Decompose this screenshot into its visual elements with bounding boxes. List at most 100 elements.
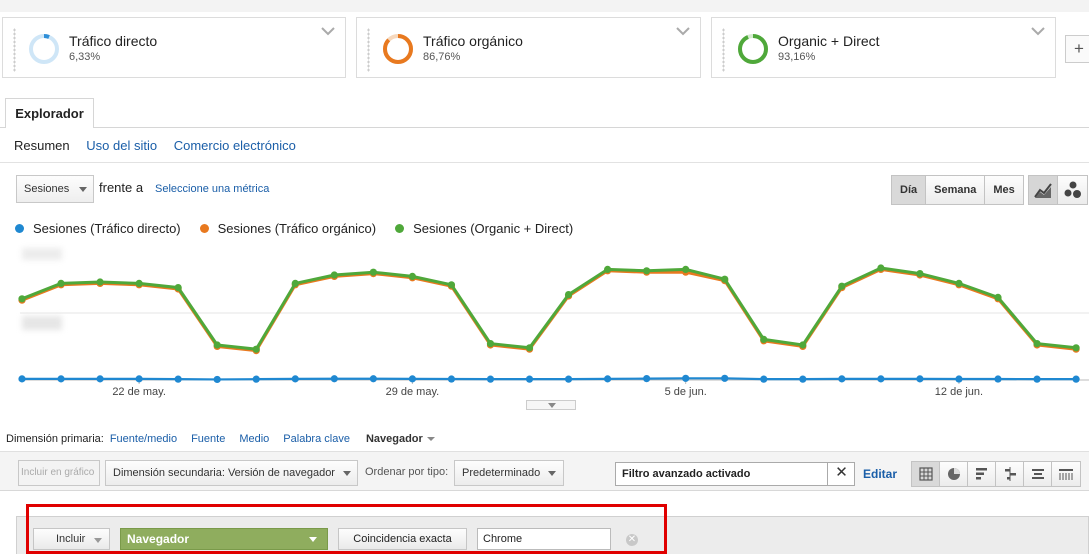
data-point[interactable]: [369, 375, 377, 383]
dimension-source-medium[interactable]: Fuente/medio: [110, 433, 177, 445]
data-point[interactable]: [760, 335, 768, 343]
data-point[interactable]: [643, 267, 651, 275]
data-point[interactable]: [369, 268, 377, 276]
segment-card-organic[interactable]: Tráfico orgánico 86,76%: [356, 17, 701, 78]
chevron-down-icon[interactable]: [676, 26, 690, 36]
chart-collapse-handle[interactable]: [526, 400, 576, 410]
data-point[interactable]: [135, 375, 143, 383]
data-point[interactable]: [799, 341, 807, 349]
data-point[interactable]: [1072, 344, 1080, 352]
drag-handle[interactable]: [722, 28, 725, 72]
data-point[interactable]: [525, 375, 534, 383]
drag-handle[interactable]: [13, 28, 16, 72]
data-point[interactable]: [682, 374, 690, 382]
data-point[interactable]: [877, 375, 885, 383]
subtab-summary[interactable]: Resumen: [14, 138, 70, 153]
data-point[interactable]: [18, 295, 26, 303]
data-point[interactable]: [799, 375, 807, 383]
sessions-line-chart[interactable]: 22 de may. 29 de may. 5 de jun. 12 de jun.: [0, 240, 1089, 410]
data-point[interactable]: [643, 375, 651, 383]
data-point[interactable]: [135, 279, 143, 287]
data-point[interactable]: [682, 265, 690, 273]
view-term-cloud-button[interactable]: [1024, 462, 1052, 486]
data-point[interactable]: [96, 375, 104, 383]
data-point[interactable]: [838, 282, 846, 290]
data-point[interactable]: [291, 279, 299, 287]
data-point[interactable]: [994, 293, 1002, 301]
data-point[interactable]: [916, 270, 924, 278]
data-point[interactable]: [838, 375, 846, 383]
add-segment-button[interactable]: +: [1065, 35, 1089, 63]
data-point[interactable]: [604, 265, 612, 273]
data-point[interactable]: [57, 375, 65, 383]
drag-handle[interactable]: [367, 28, 370, 72]
caret-down-icon[interactable]: [426, 435, 436, 443]
advanced-filter-status[interactable]: Filtro avanzado activado: [615, 462, 855, 486]
data-point[interactable]: [408, 272, 416, 280]
data-point[interactable]: [57, 279, 65, 287]
subtab-site-usage[interactable]: Uso del sitio: [86, 138, 157, 153]
line-chart-button[interactable]: [1029, 176, 1058, 204]
data-point[interactable]: [916, 375, 924, 383]
data-point[interactable]: [721, 374, 729, 382]
data-point[interactable]: [564, 375, 573, 383]
data-point[interactable]: [447, 281, 456, 289]
legend-item: Sesiones (Organic + Direct): [395, 221, 573, 236]
dimension-browser[interactable]: Navegador: [366, 433, 423, 445]
clear-filter-button[interactable]: ✕: [827, 462, 855, 486]
data-point[interactable]: [486, 375, 495, 383]
data-point[interactable]: [174, 284, 182, 292]
legend-item: Sesiones (Tráfico directo): [15, 221, 181, 236]
data-point[interactable]: [955, 375, 963, 383]
data-point[interactable]: [486, 340, 495, 348]
view-performance-button[interactable]: [968, 462, 996, 486]
dimension-medium[interactable]: Medio: [239, 433, 269, 445]
metric-select[interactable]: Sesiones: [16, 175, 94, 203]
data-point[interactable]: [721, 275, 729, 283]
edit-filter-link[interactable]: Editar: [863, 467, 897, 481]
data-point[interactable]: [564, 291, 573, 299]
data-point[interactable]: [330, 271, 338, 279]
chevron-down-icon[interactable]: [321, 26, 335, 36]
sort-type-select[interactable]: Predeterminado: [454, 460, 564, 486]
data-point[interactable]: [1033, 375, 1041, 383]
data-point[interactable]: [955, 279, 963, 287]
x-tick-label: 29 de may.: [386, 386, 440, 398]
segment-card-direct[interactable]: Tráfico directo 6,33%: [2, 17, 346, 78]
data-point[interactable]: [291, 375, 299, 383]
data-point[interactable]: [96, 278, 104, 286]
data-point[interactable]: [174, 375, 182, 383]
secondary-dimension-select[interactable]: Dimensión secundaria: Versión de navegad…: [105, 460, 358, 486]
dimension-keyword[interactable]: Palabra clave: [283, 433, 350, 445]
data-point[interactable]: [213, 341, 221, 349]
motion-chart-button[interactable]: [1058, 176, 1087, 204]
period-month-button[interactable]: Mes: [985, 176, 1023, 204]
tab-explorer[interactable]: Explorador: [5, 98, 94, 128]
period-week-button[interactable]: Semana: [926, 176, 986, 204]
data-point[interactable]: [525, 344, 534, 352]
select-metric-link[interactable]: Seleccione una métrica: [155, 183, 269, 195]
data-point[interactable]: [252, 345, 260, 353]
dimension-source[interactable]: Fuente: [191, 433, 225, 445]
plot-rows-button[interactable]: Incluir en gráfico: [18, 460, 100, 486]
data-point[interactable]: [877, 264, 885, 272]
chevron-down-icon[interactable]: [1031, 26, 1045, 36]
data-point[interactable]: [447, 375, 456, 383]
data-point[interactable]: [604, 375, 612, 383]
data-point[interactable]: [252, 375, 260, 383]
period-day-button[interactable]: Día: [892, 176, 927, 204]
data-point[interactable]: [408, 375, 416, 383]
view-data-button[interactable]: [912, 462, 940, 486]
view-percentage-button[interactable]: [940, 462, 968, 486]
view-pivot-button[interactable]: [1052, 462, 1080, 486]
data-point[interactable]: [213, 375, 221, 384]
data-point[interactable]: [18, 375, 26, 383]
segment-card-organic-direct[interactable]: Organic + Direct 93,16%: [711, 17, 1056, 78]
data-point[interactable]: [330, 375, 338, 383]
data-point[interactable]: [1033, 340, 1041, 348]
data-point[interactable]: [1072, 375, 1080, 383]
data-point[interactable]: [994, 375, 1002, 383]
view-comparison-button[interactable]: [996, 462, 1024, 486]
subtab-ecommerce[interactable]: Comercio electrónico: [174, 138, 296, 153]
data-point[interactable]: [760, 375, 768, 383]
